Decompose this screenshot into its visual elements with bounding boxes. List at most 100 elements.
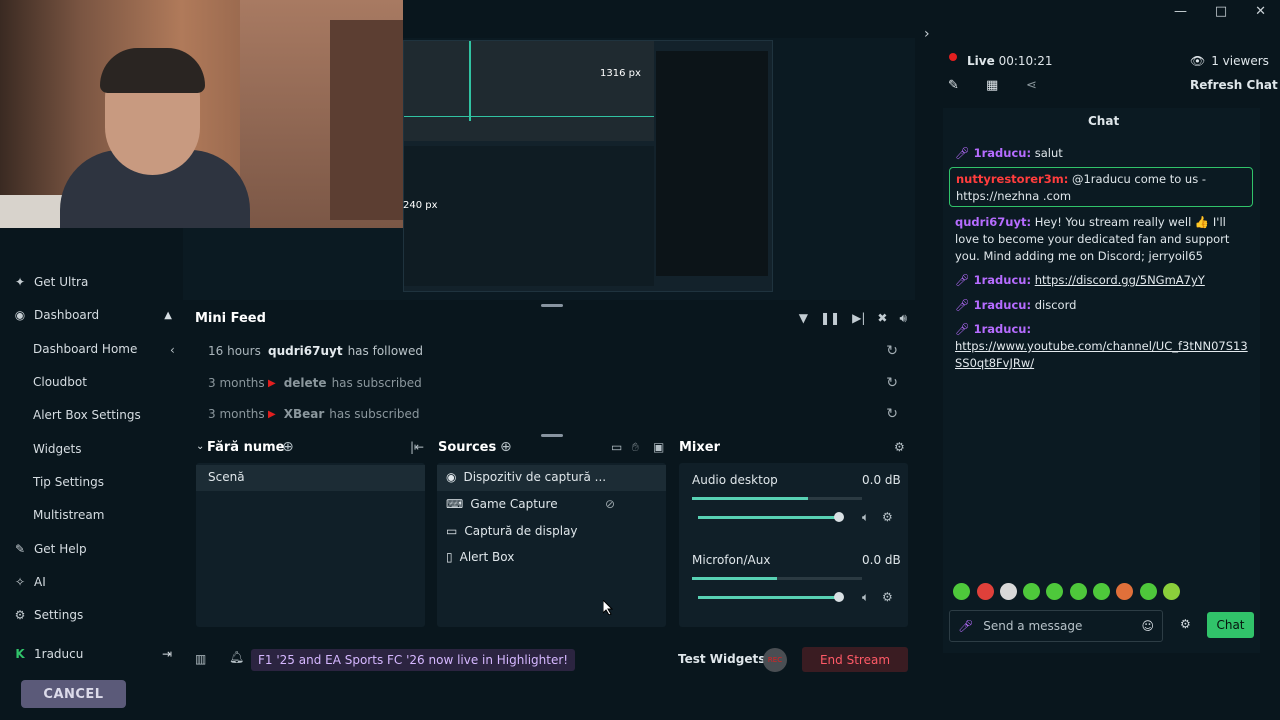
send-chat-button[interactable]: Chat xyxy=(1207,612,1254,638)
audio-channel-name: Audio desktop xyxy=(692,473,778,487)
audio-channel-name: Microfon/Aux xyxy=(692,553,771,567)
mute-alerts-icon[interactable]: ✖ xyxy=(877,311,887,326)
collapse-chat-icon[interactable]: › xyxy=(924,26,930,42)
source-item[interactable]: ◉ Dispozitiv de captură ... xyxy=(446,470,606,484)
scene-item[interactable]: Scenă xyxy=(196,465,425,491)
sources-title: Sources xyxy=(438,440,497,455)
audio-channel-db: 0.0 dB xyxy=(862,473,901,487)
maximize-button[interactable]: □ xyxy=(1215,4,1227,19)
notification-bell-icon[interactable]: 🔔︎ xyxy=(229,650,244,664)
mod-mic-icon: 🎤︎ xyxy=(955,298,970,312)
chat-link[interactable]: https://www.youtube.com/channel/UC_f3tNN… xyxy=(955,339,1248,370)
hand-icon[interactable]: ✋︎ xyxy=(632,440,639,455)
emoji-picker-icon[interactable]: ☺ xyxy=(1141,619,1154,633)
performance-icon[interactable]: ▥ xyxy=(195,652,206,666)
emote-icon[interactable] xyxy=(1070,583,1087,600)
resize-handle[interactable] xyxy=(541,304,563,307)
window-controls: — □ ✕ xyxy=(1160,0,1280,22)
sidebar-item-settings[interactable]: ⚙ Settings xyxy=(12,608,84,622)
sidebar-item-ai[interactable]: ✧ AI xyxy=(12,575,46,589)
live-status: Live 00:10:21 xyxy=(967,54,1053,68)
gamepad-icon: ⌨ xyxy=(446,497,464,511)
emote-icon[interactable] xyxy=(1116,583,1133,600)
emote-icon[interactable] xyxy=(1140,583,1157,600)
collapse-sidebar-icon[interactable]: ‹ xyxy=(170,343,175,357)
emote-icon[interactable] xyxy=(977,583,994,600)
chat-message: 🎤︎ 1raducu: https://discord.gg/5NGmA7yY xyxy=(955,273,1205,287)
end-stream-button[interactable]: End Stream xyxy=(802,647,908,672)
sidebar-item-alert-box-settings[interactable]: Alert Box Settings xyxy=(33,408,141,422)
add-source-icon[interactable]: ⊕ xyxy=(500,439,512,455)
feed-item: 3 months ▶ XBear has subscribed ↻ xyxy=(208,406,898,422)
mixer-settings-gear-icon[interactable]: ⚙ xyxy=(894,440,905,454)
height-readout: 240 px xyxy=(403,200,438,211)
news-banner[interactable]: F1 '25 and EA Sports FC '26 now live in … xyxy=(251,649,576,671)
sparkle-icon: ✧ xyxy=(14,575,26,589)
edit-stream-icon[interactable]: ✎ xyxy=(948,78,959,93)
source-layout-icon[interactable]: ▭ xyxy=(611,440,622,454)
feed-item: 3 months ▶ delete has subscribed ↻ xyxy=(208,375,898,391)
visibility-hidden-icon[interactable]: ⊘ xyxy=(605,497,615,511)
sidebar-item-widgets[interactable]: Widgets xyxy=(33,442,82,456)
folder-icon[interactable]: ▣ xyxy=(653,440,664,454)
emote-icon[interactable] xyxy=(953,583,970,600)
width-readout: 1316 px xyxy=(600,68,641,79)
channel-gear-icon[interactable]: ⚙ xyxy=(882,590,893,604)
sidebar-item-get-ultra[interactable]: ✦ Get Ultra xyxy=(12,275,88,289)
source-item[interactable]: ⌨ Game Capture xyxy=(446,497,558,511)
scene-transition-icon[interactable]: |⇤ xyxy=(410,440,424,454)
filter-icon[interactable]: ▼ xyxy=(799,311,808,326)
volume-slider[interactable] xyxy=(698,596,843,599)
cancel-button[interactable]: CANCEL xyxy=(21,680,126,708)
speaker-icon[interactable]: 🔈︎ xyxy=(862,510,869,525)
store-icon[interactable]: ▦ xyxy=(986,78,998,93)
logout-icon[interactable]: ⇥ xyxy=(162,647,172,661)
source-item[interactable]: ▭ Captură de display xyxy=(446,524,578,538)
skip-icon[interactable]: ▶| xyxy=(852,311,865,326)
sidebar-item-get-help[interactable]: ✎ Get Help xyxy=(12,542,87,556)
volume-slider-knob[interactable] xyxy=(834,592,844,602)
mod-mic-icon: 🎤︎ xyxy=(955,273,970,287)
emote-icon[interactable] xyxy=(1093,583,1110,600)
gear-icon: ⚙ xyxy=(14,608,26,622)
emote-icon[interactable] xyxy=(1000,583,1017,600)
channel-gear-icon[interactable]: ⚙ xyxy=(882,510,893,524)
minimize-button[interactable]: — xyxy=(1174,4,1187,19)
replay-icon[interactable]: ↻ xyxy=(886,343,898,359)
replay-icon[interactable]: ↻ xyxy=(886,406,898,422)
close-button[interactable]: ✕ xyxy=(1255,4,1266,19)
chat-link[interactable]: https://discord.gg/5NGmA7yY xyxy=(1035,273,1205,287)
refresh-chat-button[interactable]: Refresh Chat xyxy=(1190,78,1278,92)
mixer-title: Mixer xyxy=(679,440,721,455)
pause-icon[interactable]: ❚❚ xyxy=(820,311,840,326)
add-scene-icon[interactable]: ⊕ xyxy=(282,439,294,455)
test-widgets-button[interactable]: Test Widgets xyxy=(678,652,765,666)
chat-message: 🎤︎ 1raducu: discord xyxy=(955,298,1077,312)
share-icon[interactable]: ⋖ xyxy=(1026,78,1037,93)
emote-icon[interactable] xyxy=(1023,583,1040,600)
mini-feed: Mini Feed ▼ ❚❚ ▶| ✖ 🔊︎ 16 hours qudri67u… xyxy=(183,303,915,431)
live-dot-icon xyxy=(949,53,957,61)
chat-settings-gear-icon[interactable]: ⚙ xyxy=(1180,617,1191,631)
scene-collection-title[interactable]: Fără nume xyxy=(207,440,284,455)
resize-handle[interactable] xyxy=(541,434,563,437)
emote-icon[interactable] xyxy=(1046,583,1063,600)
dashboard-icon: ◉ xyxy=(14,308,26,322)
sidebar-user[interactable]: K 1raducu ⇥ xyxy=(12,647,172,661)
sidebar-item-cloudbot[interactable]: Cloudbot xyxy=(33,375,87,389)
sidebar-item-dashboard-home[interactable]: Dashboard Home xyxy=(33,342,137,356)
record-button[interactable]: REC xyxy=(763,648,787,672)
chevron-down-icon[interactable]: ⌄ xyxy=(196,441,204,452)
speaker-icon[interactable]: 🔈︎ xyxy=(862,590,869,605)
chat-input[interactable]: 🎤︎ Send a message ☺ xyxy=(949,610,1163,642)
sidebar-item-multistream[interactable]: Multistream xyxy=(33,508,104,522)
chat-title: Chat xyxy=(1088,114,1120,128)
volume-slider[interactable] xyxy=(698,516,843,519)
sidebar-item-dashboard[interactable]: ◉ Dashboard ▲ xyxy=(12,308,172,322)
source-item[interactable]: ▯ Alert Box xyxy=(446,550,514,564)
sidebar-item-tip-settings[interactable]: Tip Settings xyxy=(33,475,104,489)
volume-slider-knob[interactable] xyxy=(834,512,844,522)
volume-icon[interactable]: 🔊︎ xyxy=(899,311,907,326)
replay-icon[interactable]: ↻ xyxy=(886,375,898,391)
emote-icon[interactable] xyxy=(1163,583,1180,600)
